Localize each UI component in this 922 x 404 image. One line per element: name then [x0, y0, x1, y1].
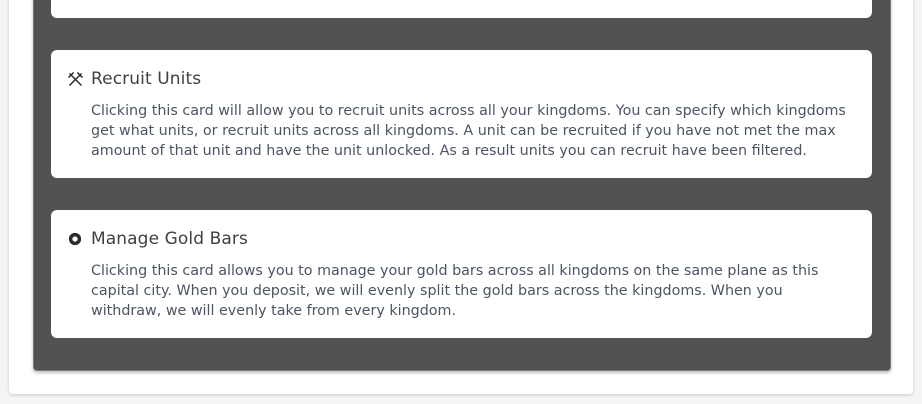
card-title: Recruit Units	[91, 69, 202, 89]
gold-coin-icon	[67, 231, 83, 247]
card-title: Manage Gold Bars	[91, 229, 248, 249]
card-description: Clicking this card will allow you to rec…	[91, 103, 846, 159]
card-description: Clicking this card allows you to manage …	[91, 263, 819, 319]
card-partial-above[interactable]	[51, 0, 872, 18]
crossed-swords-icon	[67, 71, 83, 87]
recruit-units-card[interactable]: Recruit Units Clicking this card will al…	[51, 50, 872, 178]
manage-gold-bars-card[interactable]: Manage Gold Bars Clicking this card allo…	[51, 210, 872, 338]
